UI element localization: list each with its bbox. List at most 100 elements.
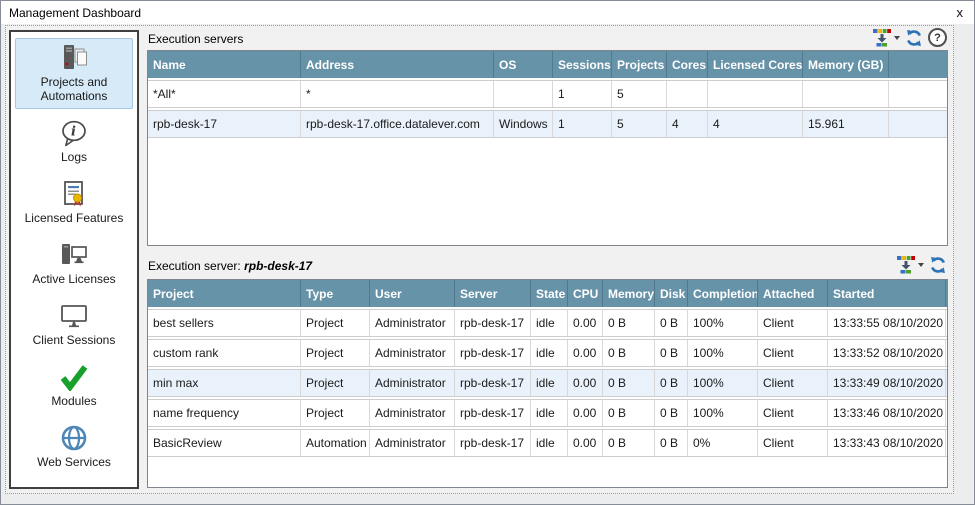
cell-memory: 0 B <box>602 400 654 426</box>
column-header-cpu[interactable]: CPU <box>567 280 602 307</box>
column-header-project[interactable]: Project <box>148 280 300 307</box>
globe-icon <box>18 423 130 453</box>
sidebar-item-modules[interactable]: Modules <box>15 357 133 414</box>
column-header-name[interactable]: Name <box>148 51 300 78</box>
cell-server: rpb-desk-17 <box>454 370 530 396</box>
refresh-button[interactable] <box>905 29 923 47</box>
cell-disk: 0 B <box>654 310 687 336</box>
cell-filler <box>888 81 947 107</box>
table-row[interactable]: custom rank Project Administrator rpb-de… <box>148 339 947 367</box>
cell-user: Administrator <box>369 370 454 396</box>
cell-filler <box>945 430 948 456</box>
cell-cpu: 0.00 <box>567 310 602 336</box>
cell-cores <box>666 81 707 107</box>
cell-type: Project <box>300 340 369 366</box>
cell-filler <box>945 370 948 396</box>
cell-user: Administrator <box>369 310 454 336</box>
execution-servers-toolbar: ? <box>872 28 947 47</box>
sidebar-item-client-sessions[interactable]: Client Sessions <box>15 296 133 353</box>
cell-filler <box>945 310 948 336</box>
cell-memory <box>802 81 888 107</box>
cell-user: Administrator <box>369 430 454 456</box>
table-header: Name Address OS Sessions Projects Cores … <box>148 51 947 78</box>
sidebar-item-label: Modules <box>18 394 130 408</box>
sidebar-item-label: Web Services <box>18 455 130 469</box>
sidebar-item-projects-and-automations[interactable]: Projects and Automations <box>15 38 133 109</box>
export-button[interactable] <box>872 28 900 47</box>
cell-state: idle <box>530 340 567 366</box>
column-header-completion[interactable]: Completion <box>687 280 757 307</box>
cell-memory: 0 B <box>602 340 654 366</box>
cell-server: rpb-desk-17 <box>454 340 530 366</box>
management-dashboard-window: Management Dashboard x Projects and Auto… <box>0 0 975 505</box>
execution-servers-table: Name Address OS Sessions Projects Cores … <box>147 50 948 246</box>
column-header-projects[interactable]: Projects <box>611 51 666 78</box>
table-row[interactable]: *All* * 1 5 <box>148 80 947 108</box>
help-button[interactable]: ? <box>928 28 947 47</box>
column-header-type[interactable]: Type <box>300 280 369 307</box>
cell-project: custom rank <box>148 340 300 366</box>
export-button[interactable] <box>896 255 924 274</box>
execution-servers-title: Execution servers <box>148 32 243 46</box>
cell-started: 13:33:49 08/10/2020 <box>827 370 945 396</box>
sidebar-item-web-services[interactable]: Web Services <box>15 418 133 475</box>
cell-cpu: 0.00 <box>567 340 602 366</box>
cell-project: BasicReview <box>148 430 300 456</box>
cell-address: rpb-desk-17.office.datalever.com <box>300 111 493 137</box>
table-row[interactable]: rpb-desk-17 rpb-desk-17.office.datalever… <box>148 110 947 138</box>
cell-os <box>493 81 552 107</box>
cell-attached: Client <box>757 430 827 456</box>
column-header-started[interactable]: Started <box>827 280 945 307</box>
cell-state: idle <box>530 400 567 426</box>
sidebar: Projects and Automations i Logs <box>9 30 139 489</box>
column-header-state[interactable]: State <box>530 280 567 307</box>
cell-started: 13:33:43 08/10/2020 <box>827 430 945 456</box>
sidebar-item-licensed-features[interactable]: Licensed Features <box>15 174 133 231</box>
sidebar-item-label: Logs <box>18 150 130 164</box>
column-header-memory[interactable]: Memory <box>602 280 654 307</box>
cell-memory: 0 B <box>602 310 654 336</box>
table-row[interactable]: best sellers Project Administrator rpb-d… <box>148 309 947 337</box>
column-header-sessions[interactable]: Sessions <box>552 51 611 78</box>
column-header-cores[interactable]: Cores <box>666 51 707 78</box>
cell-disk: 0 B <box>654 370 687 396</box>
column-header-memory[interactable]: Memory (GB) <box>802 51 888 78</box>
column-header-server[interactable]: Server <box>454 280 530 307</box>
cell-completion: 100% <box>687 370 757 396</box>
column-header-filler <box>945 280 948 307</box>
export-icon <box>896 255 916 274</box>
refresh-icon <box>929 256 947 274</box>
column-header-filler <box>888 51 947 78</box>
cell-memory: 0 B <box>602 370 654 396</box>
cell-os: Windows <box>493 111 552 137</box>
cell-name: rpb-desk-17 <box>148 111 300 137</box>
cell-state: idle <box>530 370 567 396</box>
column-header-user[interactable]: User <box>369 280 454 307</box>
column-header-disk[interactable]: Disk <box>654 280 687 307</box>
execution-server-detail-title: Execution server: rpb-desk-17 <box>148 259 312 273</box>
column-header-address[interactable]: Address <box>300 51 493 78</box>
table-row[interactable]: name frequency Project Administrator rpb… <box>148 399 947 427</box>
cell-sessions: 1 <box>552 81 611 107</box>
sidebar-item-label: Client Sessions <box>18 333 130 347</box>
sidebar-item-active-licenses[interactable]: Active Licenses <box>15 235 133 292</box>
column-header-attached[interactable]: Attached <box>757 280 827 307</box>
cell-project: min max <box>148 370 300 396</box>
sidebar-item-logs[interactable]: i Logs <box>15 113 133 170</box>
column-header-os[interactable]: OS <box>493 51 552 78</box>
cell-completion: 100% <box>687 400 757 426</box>
cell-started: 13:33:55 08/10/2020 <box>827 310 945 336</box>
cell-started: 13:33:46 08/10/2020 <box>827 400 945 426</box>
cell-name: *All* <box>148 81 300 107</box>
cell-attached: Client <box>757 340 827 366</box>
cell-type: Project <box>300 310 369 336</box>
column-header-licensed-cores[interactable]: Licensed Cores <box>707 51 802 78</box>
cell-projects: 5 <box>611 81 666 107</box>
table-row[interactable]: min max Project Administrator rpb-desk-1… <box>148 369 947 397</box>
refresh-button[interactable] <box>929 256 947 274</box>
table-row[interactable]: BasicReview Automation Administrator rpb… <box>148 429 947 457</box>
monitor-icon <box>18 301 130 331</box>
info-bubble-icon: i <box>18 118 130 148</box>
cell-cores: 4 <box>666 111 707 137</box>
close-button[interactable]: x <box>954 6 967 19</box>
